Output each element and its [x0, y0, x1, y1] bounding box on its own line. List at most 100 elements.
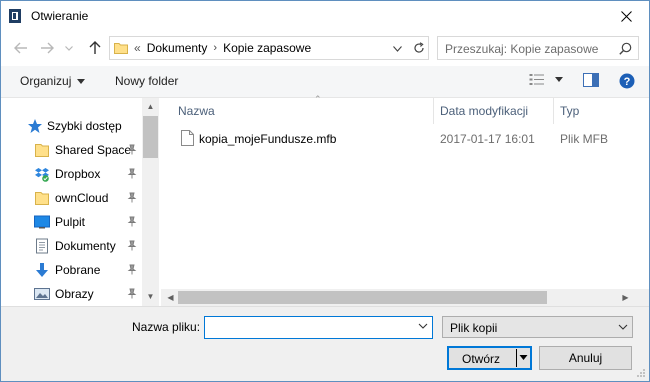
column-divider[interactable] — [553, 98, 554, 124]
folder-icon — [35, 192, 49, 205]
open-button-label: Otwórz — [462, 352, 501, 366]
close-icon — [620, 10, 632, 22]
scroll-left-icon[interactable]: ◀ — [165, 292, 176, 303]
file-type-value: Plik kopii — [450, 321, 498, 335]
breadcrumb-item[interactable]: Dokumenty — [147, 41, 208, 55]
scroll-down-icon[interactable]: ▼ — [145, 291, 156, 302]
pin-icon[interactable] — [126, 216, 137, 227]
scroll-up-icon[interactable]: ▲ — [145, 101, 156, 112]
sidebar-item-label: Obrazy — [55, 287, 94, 301]
back-button[interactable] — [13, 40, 29, 56]
pin-icon[interactable] — [126, 240, 137, 251]
sidebar-item-label: Pobrane — [55, 263, 101, 277]
folder-icon — [114, 43, 128, 54]
pin-icon[interactable] — [126, 144, 137, 155]
breadcrumb-overflow[interactable]: « — [134, 41, 141, 55]
sidebar-item-documents[interactable]: Dokumenty — [1, 235, 141, 257]
sidebar-item-label: Dokumenty — [55, 239, 116, 253]
close-button[interactable] — [603, 1, 649, 31]
app-icon — [9, 9, 21, 23]
chevron-down-icon — [519, 355, 528, 360]
up-button[interactable] — [87, 40, 103, 56]
breadcrumb-item[interactable]: Kopie zapasowe — [223, 41, 311, 55]
view-options-button[interactable] — [529, 73, 563, 86]
table-row[interactable]: kopia_mojeFundusze.mfb 2017-01-17 16:01 … — [179, 128, 639, 150]
pin-icon[interactable] — [126, 192, 137, 203]
help-button[interactable]: ? — [619, 73, 635, 89]
column-header-label: Data modyfikacji — [440, 104, 529, 118]
open-button[interactable]: Otwórz — [447, 346, 532, 370]
star-icon — [28, 119, 42, 133]
preview-pane-button[interactable] — [583, 73, 599, 87]
sidebar-item-downloads[interactable]: Pobrane — [1, 259, 141, 281]
file-type: Plik MFB — [560, 132, 608, 146]
new-folder-label: Nowy folder — [115, 74, 179, 88]
address-row: « Dokumenty › Kopie zapasowe Przeszukaj:… — [1, 31, 649, 65]
forward-button[interactable] — [39, 40, 55, 56]
back-arrow-icon — [14, 42, 27, 54]
split-divider — [516, 349, 517, 367]
desktop-icon — [34, 215, 50, 229]
refresh-button[interactable] — [408, 39, 428, 57]
dialog-footer: Nazwa pliku: Plik kopii Otwórz Anuluj — [1, 306, 649, 381]
sidebar-item-label: Dropbox — [55, 167, 101, 181]
open-options-dropdown[interactable] — [519, 350, 528, 367]
address-history-dropdown[interactable] — [388, 41, 406, 57]
preview-pane-icon — [583, 73, 599, 87]
chevron-down-icon — [392, 46, 402, 52]
cancel-button-label: Anuluj — [568, 351, 603, 365]
window-title: Otwieranie — [31, 9, 89, 23]
breadcrumb: « Dokumenty › Kopie zapasowe — [134, 41, 311, 55]
chevron-down-icon[interactable] — [418, 321, 428, 331]
search-placeholder: Przeszukaj: Kopie zapasowe — [445, 42, 599, 56]
chevron-right-icon[interactable]: › — [213, 42, 217, 54]
cancel-button[interactable]: Anuluj — [539, 346, 632, 370]
download-icon — [36, 263, 48, 277]
svg-text:?: ? — [624, 76, 631, 88]
resize-grip-icon[interactable] — [636, 368, 646, 378]
chevron-down-icon — [65, 45, 73, 51]
sidebar-item-label: Szybki dostęp — [47, 119, 122, 133]
column-header-name[interactable]: ⌃ Nazwa — [178, 94, 433, 124]
file-list: ⌃ Nazwa Data modyfikacji Typ kopia_mojeF… — [161, 94, 649, 306]
sidebar-item-desktop[interactable]: Pulpit — [1, 211, 141, 233]
horizontal-scrollbar[interactable]: ◀ ▶ — [161, 289, 649, 306]
sidebar-item-owncloud[interactable]: ownCloud — [1, 187, 141, 209]
pin-icon[interactable] — [126, 168, 137, 179]
sidebar-item-pictures[interactable]: Obrazy — [1, 283, 141, 305]
chevron-down-icon — [77, 78, 86, 84]
column-header-date[interactable]: Data modyfikacji — [440, 98, 555, 124]
open-file-dialog: Otwieranie « Dokumenty › Kopie zapasowe … — [0, 0, 650, 382]
sidebar-item-quick-access[interactable]: Szybki dostęp — [1, 115, 141, 137]
command-bar: Organizuj Nowy folder ? — [1, 66, 649, 98]
search-icon[interactable] — [619, 42, 632, 55]
organize-button[interactable]: Organizuj — [20, 74, 86, 88]
chevron-down-icon — [555, 77, 563, 82]
sidebar-item-shared-space[interactable]: Shared Space — [1, 139, 141, 161]
folder-icon — [35, 144, 49, 157]
file-type-select[interactable]: Plik kopii — [442, 316, 633, 338]
address-bar[interactable]: « Dokumenty › Kopie zapasowe — [109, 36, 429, 60]
scrollbar-thumb[interactable] — [143, 116, 158, 158]
title-bar: Otwieranie — [1, 1, 649, 31]
file-date: 2017-01-17 16:01 — [440, 132, 535, 146]
pin-icon[interactable] — [126, 264, 137, 275]
navigation-pane: Szybki dostęp Shared Space Dropbox ownCl… — [1, 98, 159, 306]
recent-locations-button[interactable] — [63, 40, 75, 56]
help-icon: ? — [619, 73, 635, 89]
column-divider[interactable] — [433, 98, 434, 124]
pin-icon[interactable] — [126, 288, 137, 299]
search-input[interactable]: Przeszukaj: Kopie zapasowe — [437, 36, 639, 60]
file-name: kopia_mojeFundusze.mfb — [199, 132, 337, 146]
scrollbar-thumb[interactable] — [178, 291, 547, 304]
column-header-type[interactable]: Typ — [560, 98, 640, 124]
sidebar-item-label: Shared Space — [55, 143, 132, 157]
chevron-down-icon — [618, 324, 628, 330]
filename-label: Nazwa pliku: — [132, 320, 201, 334]
nav-scrollbar[interactable]: ▲ ▼ — [142, 98, 159, 306]
filename-combobox[interactable] — [204, 316, 433, 339]
dropbox-icon — [35, 168, 49, 182]
new-folder-button[interactable]: Nowy folder — [115, 74, 178, 88]
sidebar-item-dropbox[interactable]: Dropbox — [1, 163, 141, 185]
scroll-right-icon[interactable]: ▶ — [620, 292, 631, 303]
